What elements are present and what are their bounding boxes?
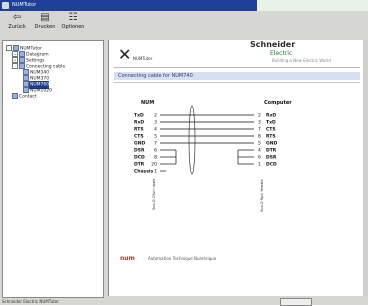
right-pin-name: CTS <box>266 127 276 133</box>
schneider-logo-sub: Electric <box>270 50 293 57</box>
left-pin-number: 2 <box>154 113 157 119</box>
left-pin-name: RTS <box>134 127 144 133</box>
content-footer: num Automation Technique Numérique <box>114 254 360 263</box>
options-button[interactable]: ☷ Optionen <box>60 13 86 35</box>
right-pin-number: 4 <box>258 148 261 154</box>
tree-item-contact[interactable]: Contact <box>12 93 37 101</box>
left-pin-name: GND <box>134 141 145 147</box>
right-pin-number: 2 <box>258 113 261 119</box>
print-icon: ▤ <box>40 12 50 23</box>
left-pin-number: 1 <box>154 169 157 175</box>
right-pin-name: RTS <box>266 134 276 140</box>
right-connector-caption: Sub-D 9pin female <box>260 179 264 212</box>
wires <box>160 105 254 175</box>
schneider-logo-brand: Schneider <box>250 40 296 49</box>
right-pin-number: 3 <box>258 120 261 126</box>
right-pin-name: DSR <box>266 155 277 161</box>
right-pin-number: 5 <box>258 141 261 147</box>
navigation-tree[interactable]: - NUMTutor + Datagram + Settings - Connectin… <box>2 40 104 298</box>
right-pin-number: 1 <box>258 162 261 168</box>
left-pin-labels: TxD 2 RxD 3 RTS 4 CTS 5 GND 7 DSR 6 DCD 8 DTR 20Chassis… <box>134 113 157 175</box>
diagram-right-title: Computer <box>264 100 292 106</box>
status-bar: Schneider Electric NUMTutor <box>0 298 368 306</box>
content-heading-text: Connecting cable for NUM740 <box>118 73 193 79</box>
numtutor-logo-mark: ✕ <box>118 45 132 64</box>
right-pin-number: 7 <box>258 127 261 133</box>
options-icon: ☷ <box>68 12 78 23</box>
right-pin-name: GND <box>266 141 277 147</box>
window-title: NUMTutor <box>12 2 37 8</box>
page-icon <box>12 93 18 99</box>
left-pin-number: 8 <box>154 155 157 161</box>
left-pin-name: RxD <box>134 120 144 126</box>
left-pin-name: Chassis <box>134 169 153 175</box>
title-bar: NUMTutor <box>0 0 257 11</box>
num-brand: num <box>120 255 135 262</box>
right-pin-labels: 2 RxD 3 TxD 7 CTS 8 RTS 5 GND 4 DTR 6 DSR 1 DCD <box>258 113 277 168</box>
left-pin-name: CTS <box>134 134 144 140</box>
left-pin-number: 20 <box>151 162 157 168</box>
back-button[interactable]: ⇦ Zurück <box>4 13 30 35</box>
right-pin-name: DCD <box>266 162 277 168</box>
right-pin-name: RxD <box>266 113 276 119</box>
left-pin-name: DCD <box>134 155 145 161</box>
right-pin-number: 8 <box>258 134 261 140</box>
footer-text: Automation Technique Numérique <box>148 256 217 261</box>
collapse-icon[interactable]: - <box>12 63 18 69</box>
right-pin-name: DTR <box>266 148 277 154</box>
vertical-scrollbar[interactable] <box>363 40 368 296</box>
schneider-logo-tagline: Building a New Electric World <box>272 58 331 63</box>
back-arrow-icon: ⇦ <box>12 12 22 23</box>
left-pin-name: DTR <box>134 162 145 168</box>
heading-separator <box>114 82 360 83</box>
right-pin-number: 6 <box>258 155 261 161</box>
left-pin-number: 3 <box>154 120 157 126</box>
diagram-left-title: NUM <box>141 100 154 106</box>
left-pin-name: DSR <box>134 148 145 154</box>
left-pin-number: 7 <box>154 141 157 147</box>
numtutor-logo-text: NUMTutor <box>133 56 153 61</box>
header-separator <box>114 67 360 68</box>
left-pin-number: 5 <box>154 134 157 140</box>
left-pin-number: 4 <box>154 127 157 133</box>
left-pin-name: TxD <box>134 113 144 119</box>
print-button[interactable]: ▤ Drucken <box>32 13 58 35</box>
status-text: Schneider Electric NUMTutor <box>2 299 59 304</box>
cable-wiring-diagram: NUM Computer TxD 2 RxD 3 RTS 4 CTS 5 GND 7 DSR 6 DCD… <box>134 100 292 212</box>
left-connector-caption: Sub-D 25pin male <box>152 179 156 210</box>
right-pin-name: TxD <box>266 120 276 126</box>
content-heading: Connecting cable for NUM740 <box>114 72 360 80</box>
cable-shield <box>188 105 196 175</box>
left-pin-number: 6 <box>154 148 157 154</box>
app-icon <box>2 2 9 9</box>
